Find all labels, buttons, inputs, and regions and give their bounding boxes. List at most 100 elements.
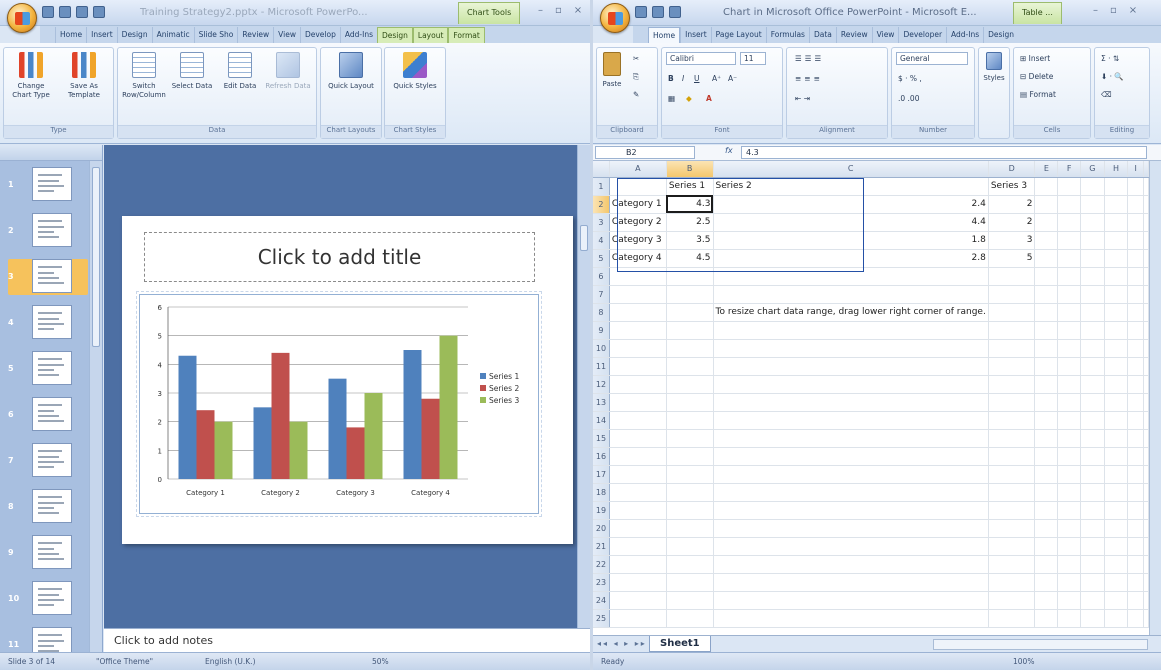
cell[interactable] bbox=[1104, 375, 1129, 394]
row-header[interactable]: 21 bbox=[593, 537, 610, 556]
cell[interactable] bbox=[1080, 591, 1105, 610]
cell[interactable] bbox=[1057, 375, 1081, 394]
cell[interactable]: 2 bbox=[988, 213, 1036, 232]
cell[interactable] bbox=[1080, 249, 1105, 268]
cell[interactable] bbox=[666, 447, 714, 466]
tab-page-layout[interactable]: Page Layout bbox=[710, 27, 766, 43]
cell[interactable] bbox=[666, 321, 714, 340]
cell[interactable] bbox=[1057, 267, 1081, 286]
row-header[interactable]: 5 bbox=[593, 249, 610, 268]
cell[interactable] bbox=[666, 465, 714, 484]
cell[interactable] bbox=[1127, 411, 1144, 430]
insert-function-icon[interactable]: fx bbox=[725, 146, 733, 155]
cell[interactable] bbox=[1034, 249, 1059, 268]
formula-input[interactable]: 4.3 bbox=[741, 146, 1147, 159]
cell[interactable] bbox=[713, 267, 989, 286]
cell[interactable] bbox=[1143, 357, 1149, 376]
percent-icon[interactable]: $ · % , bbox=[898, 74, 922, 83]
switch-row-column-button[interactable]: Switch Row/Column bbox=[120, 52, 168, 100]
cell[interactable] bbox=[1104, 555, 1129, 574]
cell[interactable]: 2 bbox=[988, 195, 1036, 214]
cell[interactable] bbox=[713, 285, 989, 304]
cell[interactable] bbox=[1080, 375, 1105, 394]
cell[interactable] bbox=[1034, 267, 1059, 286]
cell[interactable] bbox=[1034, 447, 1059, 466]
cell[interactable] bbox=[666, 357, 714, 376]
row-header[interactable]: 15 bbox=[593, 429, 610, 448]
cell[interactable] bbox=[609, 375, 667, 394]
cell[interactable] bbox=[609, 429, 667, 448]
cell[interactable] bbox=[1034, 303, 1059, 322]
cell[interactable] bbox=[1057, 411, 1081, 430]
fill-icon[interactable]: ⬇ · 🔍 bbox=[1101, 72, 1124, 81]
bar-series-2[interactable] bbox=[271, 352, 290, 479]
slide-thumbnail[interactable]: 1 bbox=[8, 167, 88, 203]
cell[interactable] bbox=[1104, 591, 1129, 610]
cell[interactable]: Series 2 bbox=[713, 177, 989, 196]
cell[interactable] bbox=[1104, 249, 1129, 268]
column-header[interactable]: B bbox=[666, 161, 714, 178]
cell[interactable] bbox=[1080, 573, 1105, 592]
bar-series-1[interactable] bbox=[403, 350, 422, 479]
cell[interactable] bbox=[1104, 501, 1129, 520]
cell[interactable] bbox=[713, 591, 989, 610]
cell[interactable] bbox=[1057, 231, 1081, 250]
cell[interactable]: 3.5 bbox=[666, 231, 714, 250]
tab-design[interactable]: Design bbox=[983, 27, 1018, 43]
column-header[interactable]: E bbox=[1034, 161, 1059, 178]
cell[interactable] bbox=[713, 321, 989, 340]
cell[interactable] bbox=[1080, 177, 1105, 196]
cell[interactable] bbox=[1034, 411, 1059, 430]
bar-series-3[interactable] bbox=[439, 335, 458, 479]
cell[interactable] bbox=[1057, 195, 1081, 214]
cell[interactable] bbox=[1143, 573, 1149, 592]
cell[interactable] bbox=[609, 465, 667, 484]
cell[interactable] bbox=[1143, 267, 1149, 286]
cell[interactable] bbox=[1034, 393, 1059, 412]
scroll-thumb[interactable] bbox=[580, 225, 588, 251]
chart-object[interactable]: 0 1 2 3 4 5 6 Category 1 Category 2 Category 3 Cat… bbox=[136, 291, 542, 517]
cell[interactable] bbox=[713, 411, 989, 430]
cell[interactable] bbox=[1057, 249, 1081, 268]
cell[interactable]: 4.5 bbox=[666, 249, 714, 268]
cell[interactable] bbox=[1143, 501, 1149, 520]
cell[interactable] bbox=[1104, 411, 1129, 430]
cell[interactable] bbox=[1057, 393, 1081, 412]
font-color-icon[interactable]: A bbox=[706, 94, 712, 103]
save-as-template-button[interactable]: Save As Template bbox=[60, 52, 108, 100]
cell[interactable] bbox=[1143, 195, 1149, 214]
cell[interactable] bbox=[988, 321, 1036, 340]
cell[interactable] bbox=[1104, 447, 1129, 466]
cell[interactable] bbox=[1127, 195, 1144, 214]
cell[interactable] bbox=[1057, 573, 1081, 592]
row-header[interactable]: 2 bbox=[593, 195, 610, 214]
cell[interactable] bbox=[1034, 357, 1059, 376]
cell[interactable] bbox=[1127, 339, 1144, 358]
tab-slide-sho[interactable]: Slide Sho bbox=[193, 27, 238, 43]
cell[interactable] bbox=[1080, 339, 1105, 358]
cell[interactable] bbox=[666, 285, 714, 304]
tab-formulas[interactable]: Formulas bbox=[765, 27, 809, 43]
cell[interactable] bbox=[666, 591, 714, 610]
cell[interactable] bbox=[609, 177, 667, 196]
cell[interactable] bbox=[609, 357, 667, 376]
cell[interactable] bbox=[713, 573, 989, 592]
cell[interactable]: 4.3 bbox=[666, 195, 714, 214]
redo-icon[interactable] bbox=[76, 6, 88, 18]
cell[interactable] bbox=[1127, 447, 1144, 466]
font-shrink-icon[interactable]: A⁻ bbox=[728, 74, 737, 83]
row-header[interactable]: 11 bbox=[593, 357, 610, 376]
row-header[interactable]: 10 bbox=[593, 339, 610, 358]
row-header[interactable]: 6 bbox=[593, 267, 610, 286]
cell[interactable] bbox=[1104, 339, 1129, 358]
cell[interactable] bbox=[1104, 285, 1129, 304]
tab-design[interactable]: Design bbox=[116, 27, 152, 43]
cell[interactable] bbox=[1143, 447, 1149, 466]
cell[interactable] bbox=[713, 429, 989, 448]
undo-icon[interactable] bbox=[59, 6, 71, 18]
quick-styles-button[interactable]: Quick Styles bbox=[391, 52, 439, 91]
bar-series-2[interactable] bbox=[346, 427, 365, 479]
office-button[interactable] bbox=[7, 3, 37, 33]
cell[interactable] bbox=[666, 609, 714, 628]
cell[interactable] bbox=[1057, 303, 1081, 322]
